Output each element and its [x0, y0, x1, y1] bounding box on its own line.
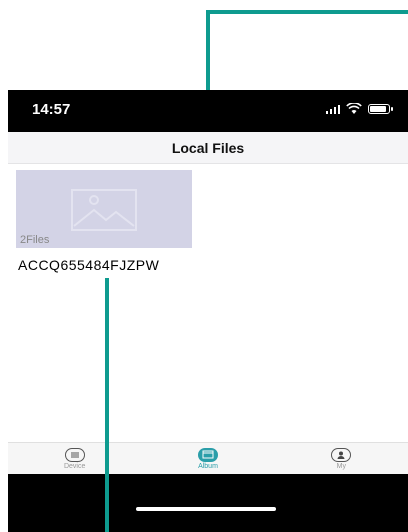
home-indicator[interactable]: [136, 507, 276, 511]
tab-label: My: [336, 462, 346, 470]
tab-label: Device: [63, 462, 86, 470]
status-icons: [326, 103, 393, 115]
home-area: [8, 474, 408, 532]
phone-screen: 14:57 Local Files 2Files ACCQ655484FJZPW…: [8, 90, 408, 532]
album-icon: [197, 447, 218, 462]
device-icon: [64, 447, 85, 462]
tab-bar: Device Album My: [8, 442, 408, 474]
app-content: Local Files 2Files ACCQ655484FJZPW Devic…: [8, 132, 408, 532]
tab-album[interactable]: Album: [141, 443, 274, 474]
wifi-icon: [346, 103, 362, 114]
tab-device[interactable]: Device: [8, 443, 141, 474]
signal-icon: [326, 104, 340, 114]
battery-icon: [368, 104, 393, 114]
user-icon: [331, 447, 352, 462]
tab-label: Album: [198, 462, 218, 470]
album-name[interactable]: ACCQ655484FJZPW: [18, 257, 159, 273]
annotation-line-bottom: [105, 278, 109, 532]
album-file-count: 2Files: [20, 234, 50, 246]
album-thumbnail[interactable]: 2Files: [16, 170, 192, 248]
status-time: 14:57: [32, 101, 71, 118]
image-placeholder-icon: [71, 189, 137, 231]
nav-bar: Local Files: [8, 132, 408, 164]
tab-my[interactable]: My: [275, 443, 408, 474]
annotation-line-top: [206, 10, 408, 14]
status-bar: 14:57: [8, 90, 408, 132]
page-title: Local Files: [171, 139, 245, 156]
